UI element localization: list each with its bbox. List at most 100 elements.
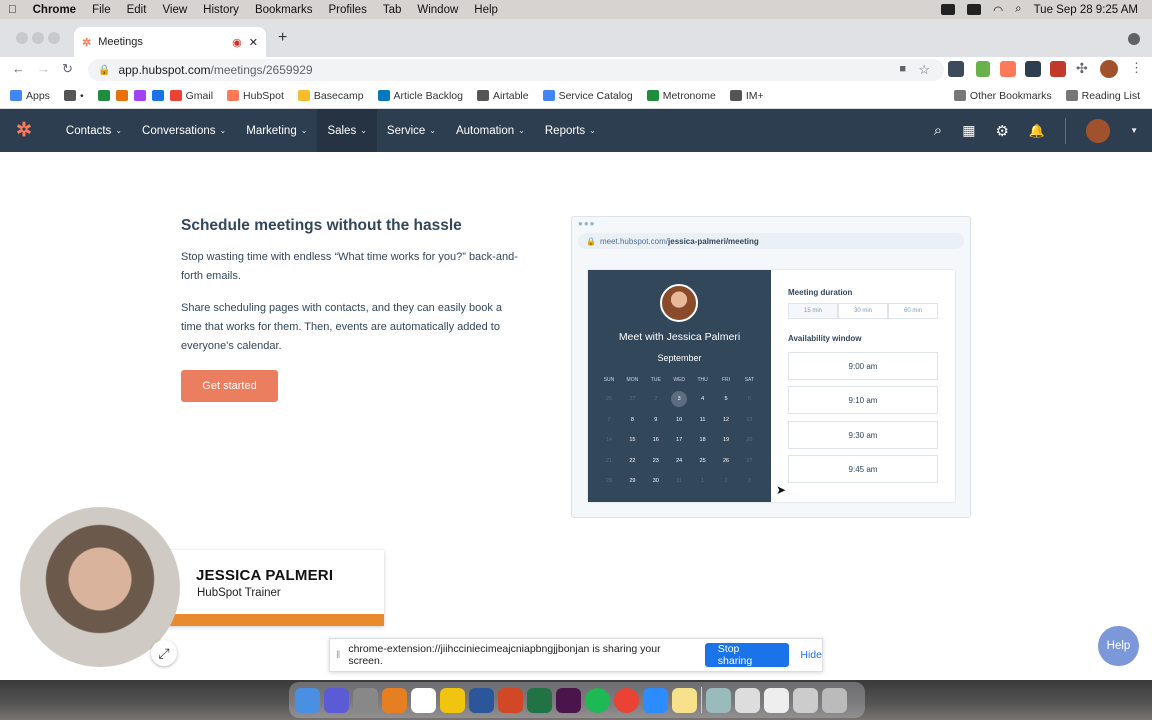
calendar-day[interactable]: 10 (671, 412, 687, 428)
calendar-day[interactable]: 8 (624, 412, 640, 428)
excel-icon[interactable] (527, 687, 552, 713)
nav-service[interactable]: Service ⌄ (377, 109, 446, 152)
help-button[interactable]: Help (1098, 626, 1139, 666)
time-slot[interactable]: 9:10 am (788, 386, 938, 414)
calendar-day[interactable]: 25 (695, 453, 711, 469)
finder-icon[interactable] (295, 687, 320, 713)
window-minimize-button[interactable] (32, 32, 44, 44)
menu-profiles[interactable]: Profiles (320, 4, 374, 16)
settings-gear-icon[interactable]: ⚙ (995, 122, 1008, 140)
extension-icon[interactable] (976, 61, 990, 77)
calendar-day[interactable]: 11 (695, 412, 711, 428)
hubspot-logo-icon[interactable]: ✲ (16, 119, 32, 142)
window-thumbnail-icon[interactable] (735, 687, 760, 713)
menu-app-name[interactable]: Chrome (25, 4, 84, 16)
calendar-day[interactable]: 18 (695, 432, 711, 448)
extension-icon[interactable] (1025, 61, 1041, 77)
menu-file[interactable]: File (84, 4, 119, 16)
nav-reports[interactable]: Reports ⌄ (535, 109, 606, 152)
calendar-day[interactable]: 12 (718, 412, 734, 428)
trash-icon[interactable] (822, 687, 847, 713)
bookmark-item[interactable]: Gmail (169, 90, 213, 102)
nav-marketing[interactable]: Marketing ⌄ (236, 109, 317, 152)
nav-contacts[interactable]: Contacts ⌄ (56, 109, 132, 152)
get-started-button[interactable]: Get started (181, 370, 278, 402)
bookmark-item[interactable]: Basecamp (297, 90, 364, 102)
bookmark-item[interactable]: Service Catalog (542, 90, 633, 102)
calendar-day[interactable]: 19 (718, 432, 734, 448)
calendar-day[interactable]: 9 (648, 412, 664, 428)
bookmark-item[interactable]: Article Backlog (377, 90, 463, 102)
screenshot-icon[interactable] (706, 687, 731, 713)
expand-icon[interactable]: ⤢ (151, 640, 177, 666)
notes-icon[interactable] (672, 687, 697, 713)
tab-search-icon[interactable] (1128, 33, 1140, 45)
address-bar[interactable]: 🔒 app.hubspot.com/meetings/2659929 ■ ☆ (88, 59, 944, 81)
calendar-day[interactable]: 17 (671, 432, 687, 448)
nav-conversations[interactable]: Conversations ⌄ (132, 109, 236, 152)
search-icon[interactable]: ⌕ (934, 122, 942, 139)
menu-tab[interactable]: Tab (375, 4, 410, 16)
calendar-day[interactable]: 16 (648, 432, 664, 448)
window-close-button[interactable] (16, 32, 28, 44)
tab-meetings[interactable]: ✲ Meetings ◉ ✕ (74, 27, 266, 57)
window-thumbnail-icon[interactable] (793, 687, 818, 713)
spotify-icon[interactable] (585, 687, 610, 713)
powerpoint-icon[interactable] (498, 687, 523, 713)
stop-sharing-button[interactable]: Stop sharing (704, 643, 790, 667)
duration-option[interactable]: 60 min (888, 303, 938, 319)
menu-bookmarks[interactable]: Bookmarks (247, 4, 321, 16)
calendar-day[interactable]: 15 (624, 432, 640, 448)
apple-icon[interactable]:  (0, 4, 25, 16)
reload-icon[interactable]: ↻ (62, 61, 73, 77)
time-slot[interactable]: 9:00 am (788, 352, 938, 380)
bookmark-item[interactable] (151, 90, 164, 101)
camera-status-icon[interactable] (941, 4, 956, 15)
slack-icon[interactable] (556, 687, 581, 713)
new-tab-button[interactable]: + (278, 29, 287, 47)
hide-button[interactable]: Hide (800, 649, 822, 661)
extension-shield-icon[interactable] (1050, 61, 1066, 77)
menu-history[interactable]: History (195, 4, 247, 16)
bookmark-item[interactable]: • (63, 90, 84, 102)
chevron-down-icon[interactable]: ▼ (1130, 126, 1138, 135)
calendar-day[interactable]: 30 (648, 473, 664, 489)
chrome-icon[interactable] (614, 687, 639, 713)
bookmark-item[interactable]: Airtable (476, 90, 529, 102)
extension-hubspot-icon[interactable] (1000, 61, 1016, 77)
menu-window[interactable]: Window (409, 4, 466, 16)
other-bookmarks[interactable]: Other Bookmarks (953, 90, 1052, 102)
duration-option[interactable]: 15 min (788, 303, 838, 319)
nav-sales[interactable]: Sales ⌄ (317, 109, 377, 152)
tab-close-icon[interactable]: ✕ (249, 36, 258, 49)
bookmark-item[interactable]: HubSpot (227, 90, 284, 102)
back-icon[interactable]: ← (12, 61, 25, 76)
forward-icon[interactable]: → (37, 61, 50, 76)
bookmark-item[interactable] (97, 90, 110, 101)
chrome-menu-icon[interactable]: ⋮ (1130, 60, 1143, 76)
calendar-day[interactable]: 4 (695, 391, 711, 407)
word-icon[interactable] (469, 687, 494, 713)
calendar-day[interactable]: 23 (648, 453, 664, 469)
bookmark-item[interactable]: IM+ (729, 90, 764, 102)
user-avatar[interactable] (1086, 118, 1111, 143)
calendar-day[interactable]: 24 (671, 453, 687, 469)
window-thumbnail-icon[interactable] (764, 687, 789, 713)
marketplace-icon[interactable]: ▦ (962, 122, 975, 139)
bookmark-item[interactable]: Apps (10, 90, 50, 102)
camera-icon[interactable]: ■ (899, 63, 906, 75)
bookmark-item[interactable] (115, 90, 128, 101)
calendar-day[interactable]: 5 (718, 391, 734, 407)
menu-help[interactable]: Help (466, 4, 506, 16)
photos-icon[interactable] (440, 687, 465, 713)
battery-icon[interactable] (967, 4, 982, 15)
menu-edit[interactable]: Edit (119, 4, 155, 16)
system-preferences-icon[interactable] (353, 687, 378, 713)
siri-icon[interactable] (324, 687, 349, 713)
notifications-bell-icon[interactable]: 🔔 (1029, 123, 1045, 139)
reading-list[interactable]: Reading List (1065, 90, 1140, 102)
launchpad-icon[interactable] (382, 687, 407, 713)
zoom-icon[interactable] (643, 687, 668, 713)
extension-rec-icon[interactable] (948, 61, 964, 77)
bookmark-item[interactable] (133, 90, 146, 101)
